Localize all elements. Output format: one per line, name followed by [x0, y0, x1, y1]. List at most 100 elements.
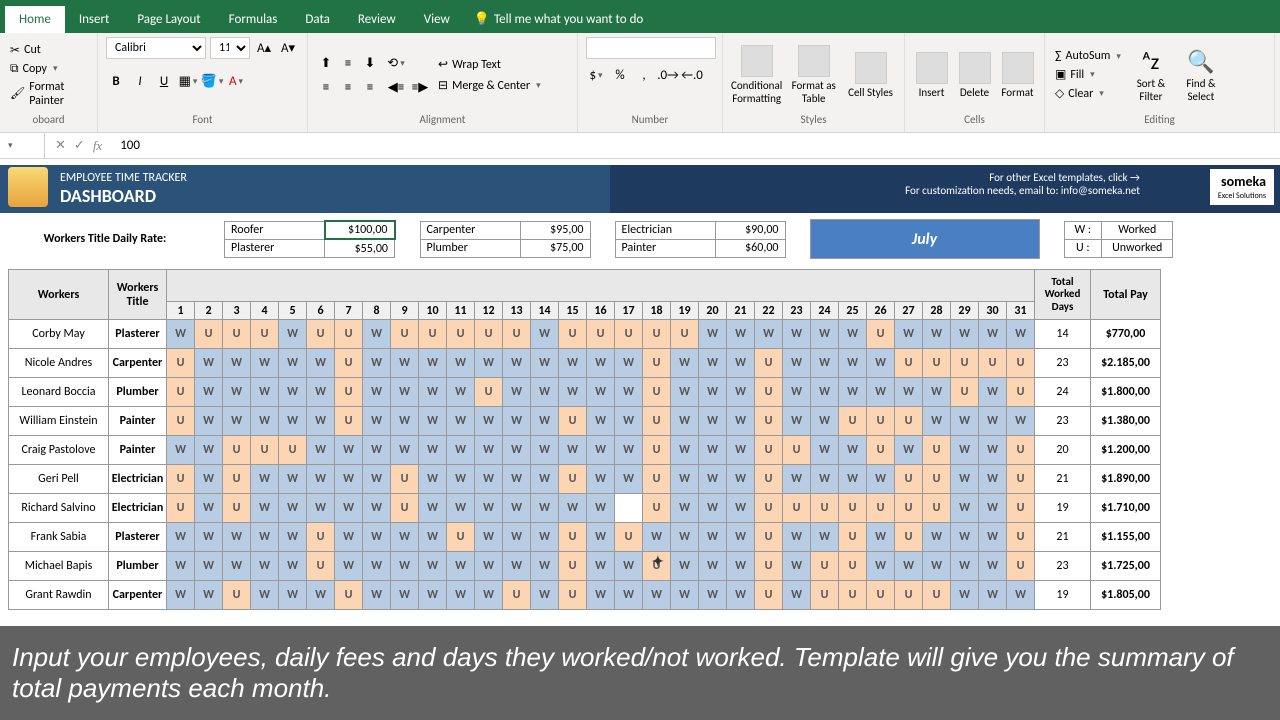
bold-button[interactable]: B: [106, 71, 126, 91]
orientation-button[interactable]: ⟲▾: [386, 53, 406, 73]
rate-table-3[interactable]: Electrician$90,00Painter$60,00: [615, 221, 786, 258]
day-header: 19: [671, 302, 699, 320]
number-format-select[interactable]: [586, 37, 716, 59]
tab-insert[interactable]: Insert: [65, 6, 124, 33]
day-header: 7: [335, 302, 363, 320]
cell-styles-button[interactable]: Cell Styles: [845, 52, 896, 99]
merge-icon: ⊟: [438, 78, 448, 93]
percent-button[interactable]: %: [610, 65, 630, 85]
delete-cells-button[interactable]: Delete: [956, 52, 993, 99]
accept-formula-button[interactable]: ✓: [74, 138, 85, 154]
align-middle[interactable]: ≡: [338, 53, 358, 73]
tell-me[interactable]: 💡Tell me what you want to do: [464, 6, 654, 33]
formula-bar: ▾ ✕ ✓ fx 100: [0, 133, 1280, 159]
format-painter-button[interactable]: 🖌Format Painter: [8, 79, 89, 109]
rate-label: Workers Title Daily Rate:: [10, 232, 200, 246]
format-as-table-button[interactable]: Format as Table: [788, 45, 839, 105]
day-header: 28: [923, 302, 951, 320]
ribbon-tabs: Home Insert Page Layout Formulas Data Re…: [0, 0, 1280, 33]
fill-button[interactable]: ▣Fill▾: [1053, 66, 1123, 83]
underline-button[interactable]: U: [154, 71, 174, 91]
attendance-table[interactable]: Workers Workers Title Total Worked Days …: [8, 269, 1161, 610]
table-row[interactable]: Richard SalvinoElectricianUWUWWWWWUWWWWW…: [9, 494, 1161, 523]
autosum-button[interactable]: ∑AutoSum▾: [1053, 48, 1123, 64]
merge-center-button[interactable]: ⊟Merge & Center▾: [436, 77, 543, 94]
tab-formulas[interactable]: Formulas: [215, 6, 292, 33]
rate-table-2[interactable]: Carpenter$95,00Plumber$75,00: [420, 221, 591, 258]
tab-view[interactable]: View: [410, 6, 464, 33]
copy-button[interactable]: ⧉Copy▾: [8, 61, 89, 77]
increase-font-button[interactable]: A▴: [254, 38, 274, 58]
indent-inc[interactable]: ≡▶: [410, 77, 430, 97]
rate-table-1[interactable]: Roofer$100,00Plasterer$55,00: [224, 220, 396, 258]
cancel-formula-button[interactable]: ✕: [55, 138, 66, 154]
align-top[interactable]: ⬆: [316, 53, 336, 73]
worksheet[interactable]: EMPLOYEE TIME TRACKER DASHBOARD For othe…: [0, 165, 1280, 610]
sort-filter-button[interactable]: ᴬᴢSort & Filter: [1129, 48, 1173, 103]
month-selector[interactable]: July: [810, 219, 1040, 259]
table-icon: [798, 45, 830, 77]
tab-page-layout[interactable]: Page Layout: [123, 6, 214, 33]
day-header: 6: [307, 302, 335, 320]
table-row[interactable]: William EinsteinPainterUWWWWWUWWWWWWWUWW…: [9, 407, 1161, 436]
name-box[interactable]: ▾: [0, 133, 45, 158]
day-header: 1: [167, 302, 195, 320]
table-row[interactable]: Frank SabiaPlastererWWWWWUWWWWUWWWUWUWWW…: [9, 523, 1161, 552]
tab-review[interactable]: Review: [344, 6, 410, 33]
cell-cursor-icon: ✦: [652, 553, 664, 570]
inc-decimal[interactable]: .0→: [658, 65, 678, 85]
day-header: 5: [279, 302, 307, 320]
table-row[interactable]: Nicole AndresCarpenterUWWWWWUWWWWWWWWWWU…: [9, 349, 1161, 378]
align-center[interactable]: ≡: [338, 77, 358, 97]
day-header: 27: [895, 302, 923, 320]
clear-button[interactable]: ◇Clear▾: [1053, 85, 1123, 102]
day-header: 24: [811, 302, 839, 320]
table-row[interactable]: Grant RawdinCarpenterWWUWWWUWWWWWUWUWWWW…: [9, 581, 1161, 610]
italic-button[interactable]: I: [130, 71, 150, 91]
comma-button[interactable]: ,: [634, 65, 654, 85]
font-size-select[interactable]: 11: [210, 37, 250, 59]
align-right[interactable]: ≡: [360, 77, 380, 97]
delete-icon: [959, 52, 991, 84]
scissors-icon: ✂: [10, 43, 20, 58]
dashboard-info: For other Excel templates, click → For c…: [610, 165, 1280, 213]
dec-decimal[interactable]: ←.0: [682, 65, 702, 85]
wrap-icon: ↩: [438, 57, 448, 72]
border-button[interactable]: ▦▾: [178, 71, 198, 91]
day-header: 16: [587, 302, 615, 320]
decrease-font-button[interactable]: A▾: [278, 38, 298, 58]
day-header: 4: [251, 302, 279, 320]
conditional-formatting-button[interactable]: Conditional Formatting: [731, 45, 782, 105]
font-name-select[interactable]: Calibri: [106, 37, 206, 59]
formula-input[interactable]: 100: [112, 138, 1280, 153]
find-select-button[interactable]: 🔍Find & Select: [1179, 48, 1223, 103]
table-row[interactable]: Leonard BocciaPlumberUWWWWWUWWWWUWWWWWUW…: [9, 378, 1161, 407]
table-row[interactable]: Michael BapisPlumberWWWWWUWWWWWWWWUWWUWW…: [9, 552, 1161, 581]
tab-data[interactable]: Data: [291, 6, 344, 33]
wrap-text-button[interactable]: ↩Wrap Text: [436, 56, 543, 73]
currency-button[interactable]: $▾: [586, 65, 606, 85]
table-row[interactable]: Corby MayPlastererWUUUWUUWUUUUUWUUUUUWWW…: [9, 320, 1161, 349]
table-row[interactable]: Craig PastolovePainterWWUUUWWWWWWWWWWWWU…: [9, 436, 1161, 465]
day-header: 2: [195, 302, 223, 320]
copy-icon: ⧉: [10, 62, 19, 76]
day-header: 8: [363, 302, 391, 320]
table-row[interactable]: Geri PellElectricianUWUWWWWWUWWWWWUWWUWW…: [9, 465, 1161, 494]
dashboard-header: EMPLOYEE TIME TRACKER DASHBOARD: [0, 165, 610, 213]
day-header: 20: [699, 302, 727, 320]
day-header: 15: [559, 302, 587, 320]
format-cells-button[interactable]: Format: [999, 52, 1036, 99]
font-color-button[interactable]: A▾: [226, 71, 246, 91]
indent-dec[interactable]: ◀≡: [386, 77, 406, 97]
align-left[interactable]: ≡: [316, 77, 336, 97]
fx-button[interactable]: fx: [93, 138, 102, 154]
sort-icon: ᴬᴢ: [1142, 48, 1159, 75]
tab-home[interactable]: Home: [5, 6, 65, 33]
fill-color-button[interactable]: 🪣▾: [202, 71, 222, 91]
insert-cells-button[interactable]: Insert: [913, 52, 950, 99]
video-caption: Input your employees, daily fees and day…: [0, 626, 1280, 720]
day-header: 26: [867, 302, 895, 320]
align-bottom[interactable]: ⬇: [360, 53, 380, 73]
search-icon: 🔍: [1187, 48, 1214, 75]
cut-button[interactable]: ✂Cut: [8, 42, 89, 59]
